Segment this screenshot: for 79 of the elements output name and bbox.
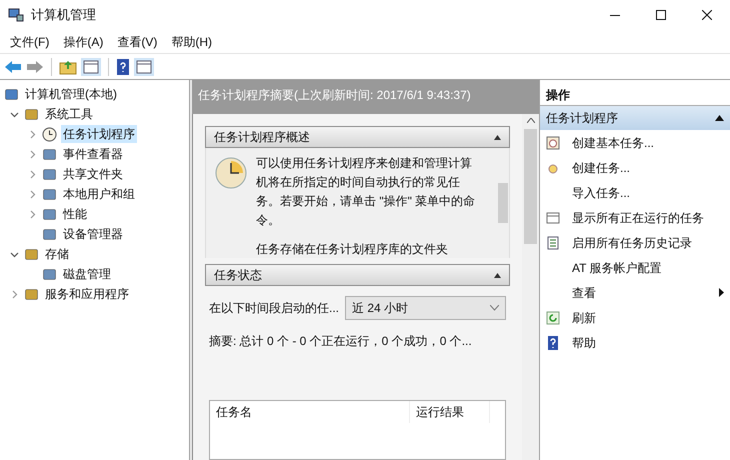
- action-item[interactable]: 创建任务...: [540, 155, 730, 180]
- refresh-icon: [546, 310, 560, 324]
- status-summary: 摘要: 总计 0 个 - 0 个正在运行，0 个成功，0 个...: [209, 333, 473, 350]
- chevron-right-icon[interactable]: [28, 150, 36, 158]
- collapse-icon[interactable]: [715, 115, 724, 121]
- folder-icon: [42, 266, 57, 282]
- action-item[interactable]: 刷新: [540, 305, 730, 330]
- tree-item[interactable]: 计算机管理(本地): [23, 85, 119, 103]
- folder-icon: [42, 186, 57, 202]
- section-title: 任务状态: [214, 267, 262, 284]
- overview-text: 任务存储在任务计划程序库的文件夹: [256, 241, 449, 258]
- tree-item[interactable]: 任务计划程序: [61, 125, 137, 143]
- collapse-icon[interactable]: [494, 134, 501, 140]
- folder-icon: [24, 286, 39, 302]
- maximize-icon: [656, 10, 666, 20]
- submenu-arrow-icon: [719, 288, 724, 297]
- help-icon: [546, 336, 560, 350]
- action-item[interactable]: 启用所有任务历史记录: [540, 230, 730, 255]
- period-label: 在以下时间段启动的任...: [209, 300, 340, 317]
- pane-icon[interactable]: [81, 58, 101, 76]
- tree-item[interactable]: 本地用户和组: [61, 185, 137, 203]
- column-header[interactable]: 任务名: [210, 401, 410, 423]
- column-header[interactable]: 运行结果: [410, 401, 490, 423]
- minimize-icon: [610, 14, 620, 16]
- folder-icon: [24, 106, 39, 122]
- action-item[interactable]: 显示所有正在运行的任务: [540, 205, 730, 230]
- summary-header: 任务计划程序摘要(上次刷新时间: 2017/6/1 9:43:37): [192, 80, 539, 114]
- computer-icon: [8, 7, 24, 23]
- period-dropdown[interactable]: 近 24 小时: [345, 296, 506, 320]
- window-title: 计算机管理: [31, 6, 96, 24]
- action-item[interactable]: 创建基本任务...: [540, 130, 730, 155]
- chevron-right-icon[interactable]: [28, 170, 36, 178]
- pane-icon[interactable]: [134, 58, 154, 76]
- scrollbar[interactable]: [522, 114, 539, 460]
- tree-item[interactable]: 服务和应用程序: [43, 285, 131, 303]
- clock-icon: [42, 126, 57, 142]
- help-icon[interactable]: [116, 58, 130, 74]
- section-header[interactable]: 任务计划程序概述: [205, 126, 510, 148]
- folder-icon: [4, 86, 19, 102]
- chevron-right-icon[interactable]: [28, 130, 36, 138]
- forward-arrow-icon[interactable]: [26, 60, 44, 74]
- menu-item[interactable]: 文件(F): [4, 32, 56, 50]
- chevron-right-icon[interactable]: [28, 190, 36, 198]
- tree-item[interactable]: 磁盘管理: [61, 265, 113, 283]
- actions-group-header[interactable]: 任务计划程序: [540, 106, 730, 130]
- menu-item[interactable]: 操作(A): [57, 32, 110, 50]
- chevron-right-icon[interactable]: [28, 210, 36, 218]
- back-arrow-icon[interactable]: [4, 60, 22, 74]
- list-icon: [546, 236, 560, 250]
- folder-icon: [42, 146, 57, 162]
- tree-item[interactable]: 存储: [43, 245, 71, 263]
- tree-item[interactable]: 性能: [61, 205, 89, 223]
- chevron-down-icon[interactable]: [10, 110, 18, 118]
- action-item[interactable]: 导入任务...: [540, 180, 730, 205]
- folder-icon: [24, 246, 39, 262]
- action-item[interactable]: AT 服务帐户配置: [540, 255, 730, 280]
- action-item[interactable]: 查看: [540, 280, 730, 305]
- collapse-icon[interactable]: [494, 272, 501, 278]
- menu-item[interactable]: 查看(V): [111, 32, 164, 50]
- calendar-icon: [546, 210, 560, 224]
- section-header[interactable]: 任务状态: [205, 264, 510, 286]
- overview-text: 可以使用任务计划程序来创建和管理计算机将在所指定的时间自动执行的常见任务。若要开始，请单击 "操作" 菜单中的命令。: [256, 155, 476, 229]
- menu-item[interactable]: 帮助(H): [165, 32, 218, 50]
- folder-up-icon[interactable]: [59, 58, 77, 74]
- tree-item[interactable]: 事件查看器: [61, 145, 125, 163]
- folder-icon: [42, 166, 57, 182]
- clock-icon: [214, 156, 248, 190]
- tree-item[interactable]: 共享文件夹: [61, 165, 125, 183]
- section-title: 任务计划程序概述: [214, 129, 310, 146]
- chevron-down-icon: [490, 305, 499, 311]
- close-icon: [702, 10, 712, 20]
- folder-icon: [42, 226, 57, 242]
- action-item[interactable]: 帮助: [540, 330, 730, 355]
- folder-icon: [42, 206, 57, 222]
- tree-item[interactable]: 设备管理器: [61, 225, 125, 243]
- chevron-down-icon[interactable]: [10, 250, 18, 258]
- scroll-up-icon[interactable]: [526, 118, 534, 123]
- chevron-right-icon[interactable]: [10, 290, 18, 298]
- tree-item[interactable]: 系统工具: [43, 105, 95, 123]
